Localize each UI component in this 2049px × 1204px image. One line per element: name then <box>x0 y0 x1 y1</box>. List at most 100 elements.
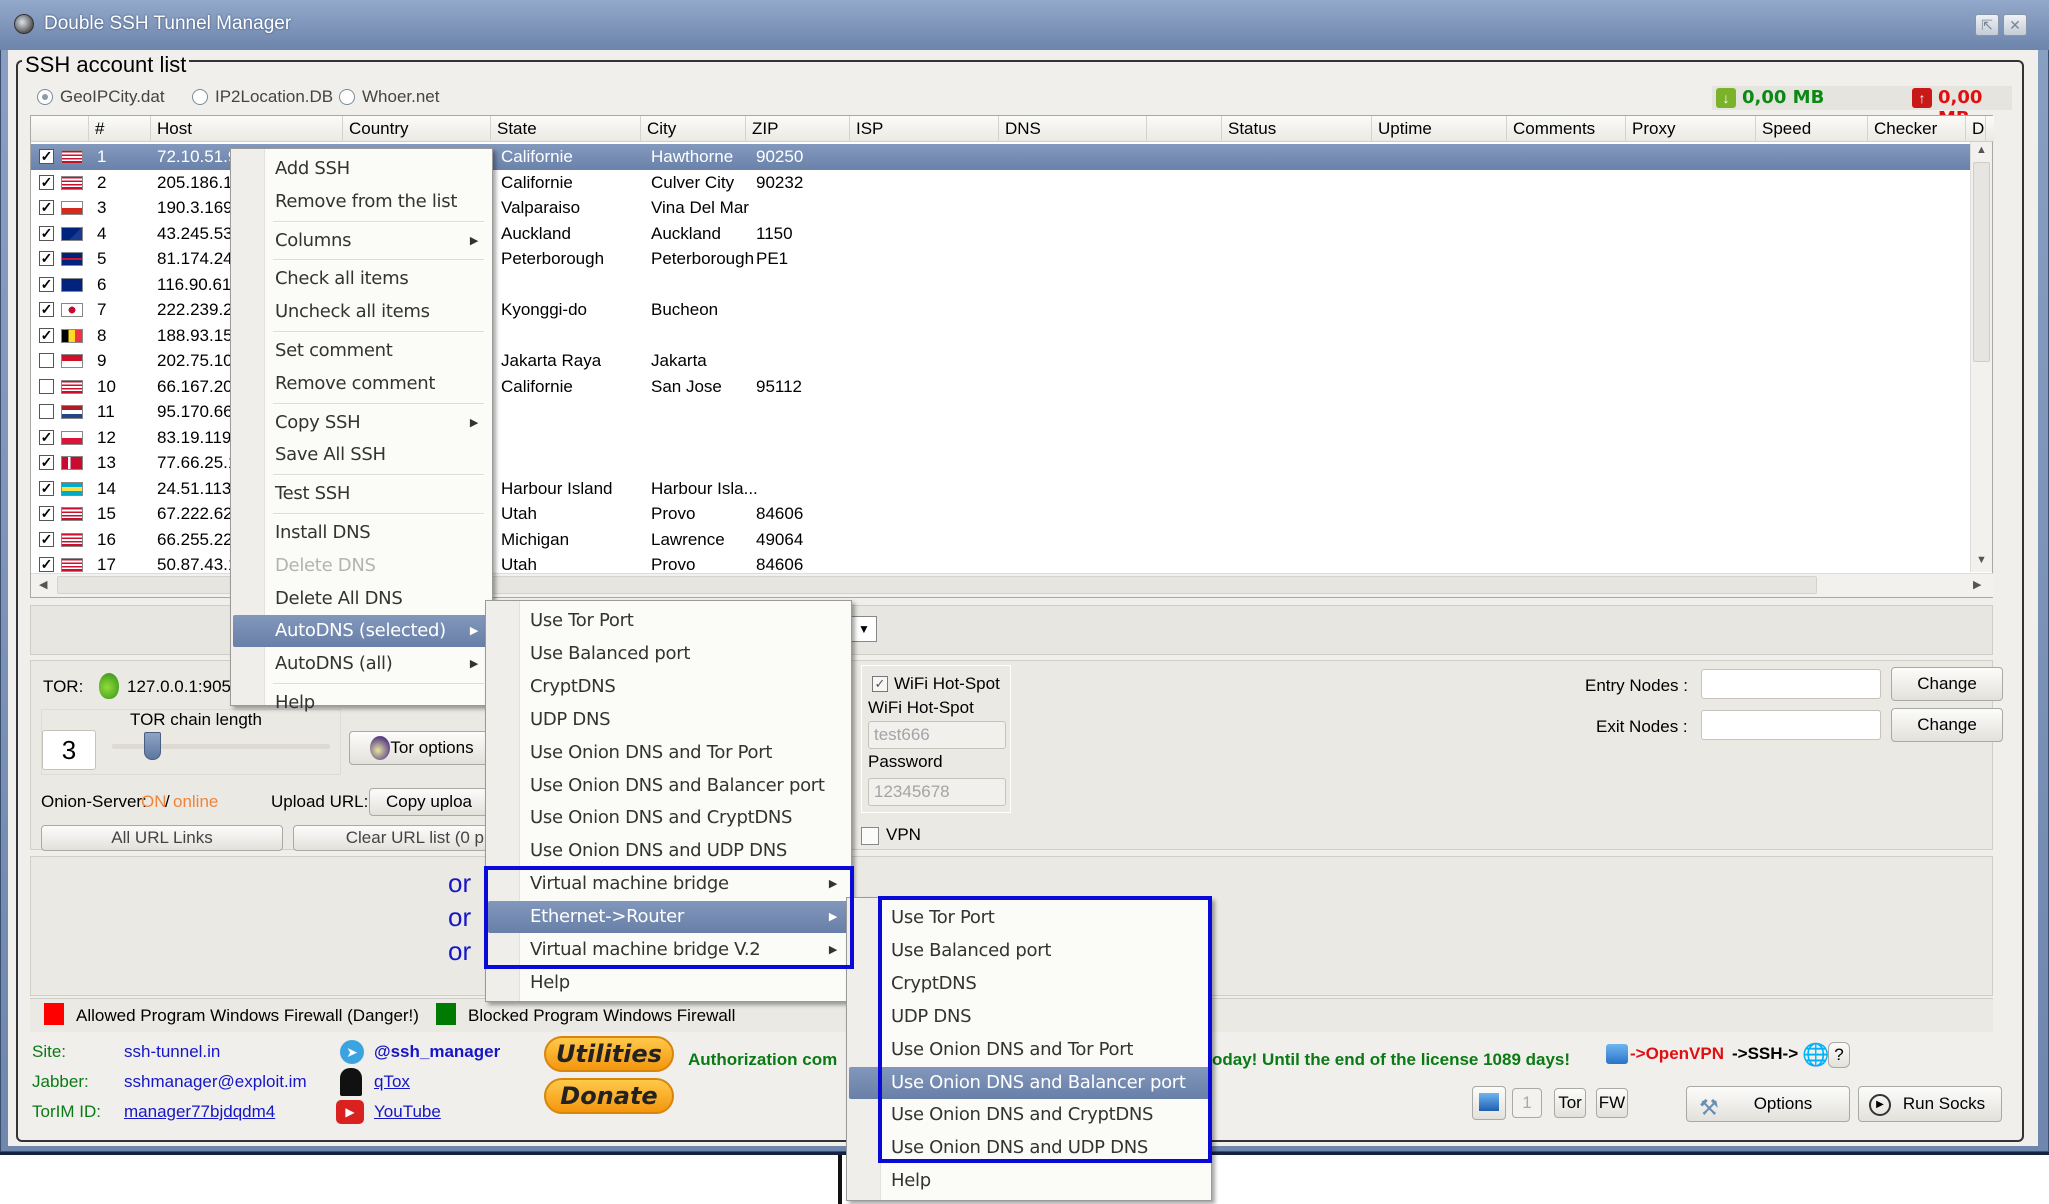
menu-item-uncheck-all-items[interactable]: Uncheck all items <box>233 296 490 328</box>
vpn-checkbox[interactable] <box>861 827 879 845</box>
menu-item-remove-from-the-list[interactable]: Remove from the list <box>233 186 490 218</box>
vertical-scroll-thumb[interactable] <box>1973 162 1990 362</box>
row-checkbox[interactable]: ✓ <box>39 506 54 521</box>
menu-item-help[interactable]: Help <box>849 1165 1209 1197</box>
column-header-country[interactable]: Country <box>343 116 491 142</box>
row-checkbox[interactable]: ✓ <box>39 327 54 343</box>
row-checkbox[interactable]: ✓ <box>39 251 54 266</box>
column-header-isp[interactable]: ISP <box>850 116 999 142</box>
radio-geoipcity[interactable] <box>37 89 53 105</box>
row-checkbox[interactable]: ✓ <box>39 200 54 215</box>
radio-ip2location[interactable] <box>192 89 208 105</box>
column-header-zip[interactable]: ZIP <box>746 116 850 142</box>
run-socks-button[interactable]: ▶ Run Socks <box>1858 1086 2002 1122</box>
column-header-speed[interactable]: Speed <box>1756 116 1868 142</box>
column-header-check[interactable] <box>31 116 89 142</box>
menu-item-autodns-all[interactable]: AutoDNS (all) ▶ <box>233 648 490 680</box>
column-header-city[interactable]: City <box>641 116 746 142</box>
row-checkbox[interactable]: ✓ <box>39 302 54 317</box>
close-button[interactable]: ✕ <box>2003 14 2027 36</box>
site-link[interactable]: ssh-tunnel.in <box>124 1042 220 1062</box>
menu-item-check-all-items[interactable]: Check all items <box>233 263 490 295</box>
jabber-value[interactable]: sshmanager@exploit.im <box>124 1072 307 1092</box>
menu-item-use-balanced-port[interactable]: Use Balanced port <box>488 638 849 670</box>
network-button[interactable] <box>1472 1086 1506 1120</box>
row-checkbox[interactable] <box>39 404 54 419</box>
torim-link[interactable]: manager77bjdqdm4 <box>124 1102 275 1122</box>
scroll-left-icon[interactable]: ◀ <box>39 578 47 591</box>
menu-item-remove-comment[interactable]: Remove comment <box>233 368 490 400</box>
wifi-checkbox[interactable]: ✓ <box>872 676 888 692</box>
menu-item-cryptdns[interactable]: CryptDNS <box>488 671 849 703</box>
menu-item-use-tor-port[interactable]: Use Tor Port <box>488 605 849 637</box>
menu-item-udp-dns[interactable]: UDP DNS <box>488 704 849 736</box>
row-checkbox[interactable]: ✓ <box>39 174 54 190</box>
row-checkbox[interactable]: ✓ <box>39 480 54 496</box>
tor-options-button[interactable]: Tor options <box>349 731 489 765</box>
tor-toggle-button[interactable]: Tor <box>1554 1088 1586 1118</box>
restore-button[interactable]: ⇱ <box>1975 14 1999 36</box>
column-header-d[interactable]: D <box>1966 116 1986 142</box>
row-checkbox[interactable]: ✓ <box>39 429 54 445</box>
row-checkbox[interactable]: ✓ <box>39 531 54 547</box>
row-checkbox[interactable]: ✓ <box>39 557 54 572</box>
menu-item-help[interactable]: Help <box>233 687 490 719</box>
menu-item-copy-ssh[interactable]: Copy SSH ▶ <box>233 407 490 439</box>
menu-item-use-onion-dns-and-cryptdns[interactable]: Use Onion DNS and CryptDNS <box>488 802 849 834</box>
radio-whoer[interactable] <box>339 89 355 105</box>
vertical-scrollbar[interactable]: ▲ ▼ <box>1970 142 1992 572</box>
column-header-dns[interactable]: DNS <box>999 116 1147 142</box>
tor-chain-slider-thumb[interactable] <box>144 732 161 760</box>
column-header-comments[interactable]: Comments <box>1507 116 1626 142</box>
column-header-status[interactable]: Status <box>1222 116 1372 142</box>
entry-nodes-change-button[interactable]: Change <box>1891 667 2003 701</box>
utilities-button[interactable]: Utilities <box>544 1036 674 1072</box>
row-checkbox[interactable]: ✓ <box>39 149 54 164</box>
donate-button[interactable]: Donate <box>544 1078 674 1114</box>
copy-upload-button[interactable]: Copy uploa <box>369 788 489 816</box>
tor-chain-value[interactable]: 3 <box>42 730 96 770</box>
qtox-link[interactable]: qTox <box>374 1072 410 1092</box>
row-checkbox[interactable]: ✓ <box>39 225 54 241</box>
clear-url-list-button[interactable]: Clear URL list (0 p <box>293 825 489 851</box>
row-checkbox[interactable]: ✓ <box>39 455 54 470</box>
row-checkbox[interactable]: ✓ <box>39 276 54 292</box>
exit-nodes-change-button[interactable]: Change <box>1891 708 2003 742</box>
scroll-down-icon[interactable]: ▼ <box>1976 554 1987 566</box>
column-header-checker[interactable]: Checker <box>1868 116 1966 142</box>
menu-item-columns[interactable]: Columns ▶ <box>233 225 490 257</box>
column-header-host[interactable]: Host <box>151 116 343 142</box>
row-checkbox[interactable] <box>39 353 54 368</box>
menu-item-autodns-selected[interactable]: AutoDNS (selected) ▶ <box>233 615 490 648</box>
column-header-proxy[interactable]: Proxy <box>1626 116 1756 142</box>
row-checkbox[interactable] <box>39 378 54 394</box>
menu-item-use-onion-dns-and-balancer-port[interactable]: Use Onion DNS and Balancer port <box>488 770 849 802</box>
exit-nodes-input[interactable] <box>1701 710 1881 740</box>
wifi-password-input[interactable]: 12345678 <box>868 778 1006 806</box>
youtube-link[interactable]: YouTube <box>374 1102 441 1122</box>
menu-item-set-comment[interactable]: Set comment <box>233 335 490 367</box>
title-bar[interactable]: Double SSH Tunnel Manager ⇱ ✕ <box>0 0 2049 50</box>
wifi-ssid-input[interactable]: test666 <box>868 721 1006 749</box>
scroll-up-icon[interactable]: ▲ <box>1976 144 1987 156</box>
menu-item-help[interactable]: Help <box>488 967 849 999</box>
menu-item-test-ssh[interactable]: Test SSH <box>233 478 490 510</box>
options-button[interactable]: ⚒ Options <box>1686 1086 1850 1122</box>
menu-item-use-onion-dns-and-udp-dns[interactable]: Use Onion DNS and UDP DNS <box>488 835 849 867</box>
menu-item-add-ssh[interactable]: Add SSH <box>233 153 490 185</box>
fw-toggle-button[interactable]: FW <box>1596 1088 1628 1118</box>
telegram-link[interactable]: @ssh_manager <box>374 1042 500 1062</box>
menu-item-delete-all-dns[interactable]: Delete All DNS <box>233 583 490 615</box>
entry-nodes-input[interactable] <box>1701 669 1881 699</box>
menu-item-install-dns[interactable]: Install DNS <box>233 517 490 549</box>
column-header-num[interactable]: # <box>89 116 151 142</box>
scroll-right-icon[interactable]: ▶ <box>1973 578 1981 591</box>
column-header-blank[interactable] <box>1147 116 1222 142</box>
menu-item-save-all-ssh[interactable]: Save All SSH <box>233 439 490 471</box>
menu-item-use-onion-dns-and-tor-port[interactable]: Use Onion DNS and Tor Port <box>488 737 849 769</box>
help-button[interactable]: ? <box>1828 1042 1850 1068</box>
dropdown-button[interactable]: ▼ <box>851 616 877 642</box>
column-header-uptime[interactable]: Uptime <box>1372 116 1507 142</box>
all-url-links-button[interactable]: All URL Links <box>41 825 283 851</box>
column-header-state[interactable]: State <box>491 116 641 142</box>
